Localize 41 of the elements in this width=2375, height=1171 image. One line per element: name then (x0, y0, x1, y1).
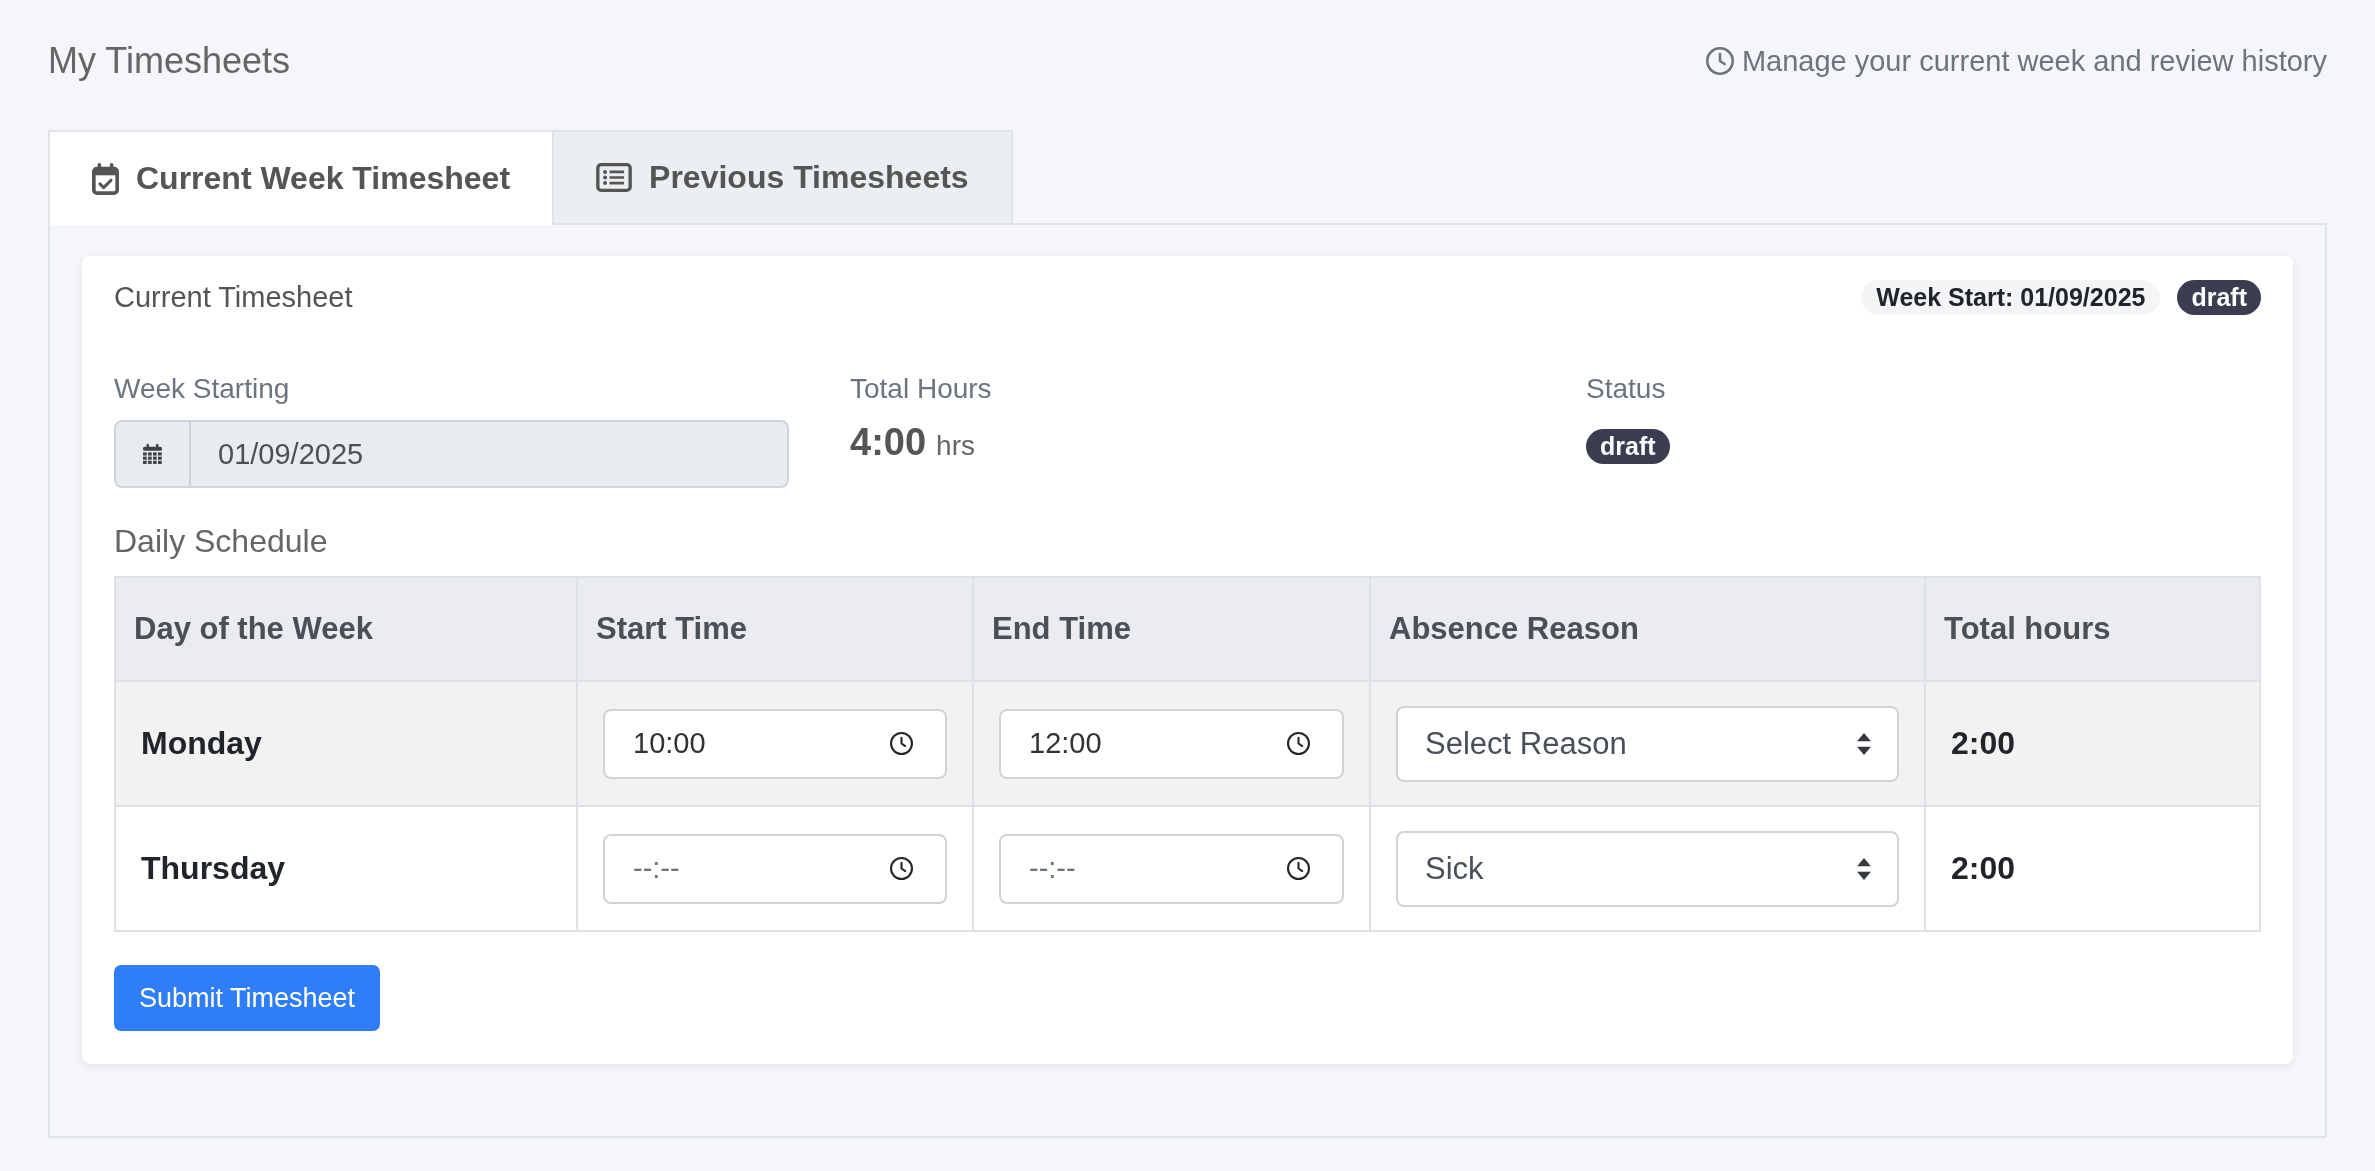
card-title: Current Timesheet (114, 280, 353, 314)
up-down-caret-icon (1857, 732, 1871, 755)
reason-select[interactable]: Sick (1396, 830, 1899, 907)
tab[interactable]: Current Week Timesheet (48, 130, 555, 225)
time-input[interactable]: --:-- (999, 833, 1344, 904)
time-input[interactable]: 12:00 (999, 708, 1344, 779)
status-badge: draft (2177, 279, 2261, 315)
day-name: Monday (141, 725, 262, 761)
column-header: Total hours (1925, 577, 2260, 681)
tab[interactable]: Previous Timesheets (552, 130, 1013, 223)
hours-unit: hrs (936, 429, 975, 463)
reason-select[interactable]: Select Reason (1396, 705, 1899, 782)
column-header: End Time (973, 577, 1370, 681)
row-total-hours: 2:00 (1951, 725, 2016, 761)
clock-icon (1287, 857, 1310, 880)
clock-icon (1705, 47, 1734, 75)
total-hours-value: 4:00 (850, 420, 927, 464)
row-total-hours: 2:00 (1951, 850, 2016, 886)
field-label: Week Starting (114, 372, 290, 406)
status-badge: draft (1586, 429, 1670, 464)
column-header: Day of the Week (115, 577, 577, 681)
section-title: Daily Schedule (114, 522, 328, 560)
date-input[interactable]: 01/09/2025 (114, 420, 789, 488)
page-subtitle: Manage your current week and review history (1741, 44, 2327, 78)
time-input[interactable]: 10:00 (603, 708, 947, 779)
clock-icon (890, 732, 913, 755)
list-icon (596, 163, 633, 192)
field-label: Status (1586, 372, 1666, 406)
clock-icon (890, 857, 913, 880)
calendar-check-icon (92, 162, 119, 195)
clock-icon (1287, 732, 1310, 755)
day-name: Thursday (141, 850, 286, 886)
column-header: Absence Reason (1370, 577, 1925, 681)
time-input[interactable]: --:-- (603, 833, 947, 904)
column-header: Start Time (577, 577, 973, 681)
field-label: Total Hours (850, 372, 992, 406)
submit-button[interactable]: Submit Timesheet (114, 965, 381, 1031)
calendar-icon (143, 443, 162, 465)
week-start-badge: Week Start: 01/09/2025 (1861, 279, 2161, 315)
up-down-caret-icon (1857, 857, 1871, 880)
page-title: My Timesheets (48, 40, 291, 82)
